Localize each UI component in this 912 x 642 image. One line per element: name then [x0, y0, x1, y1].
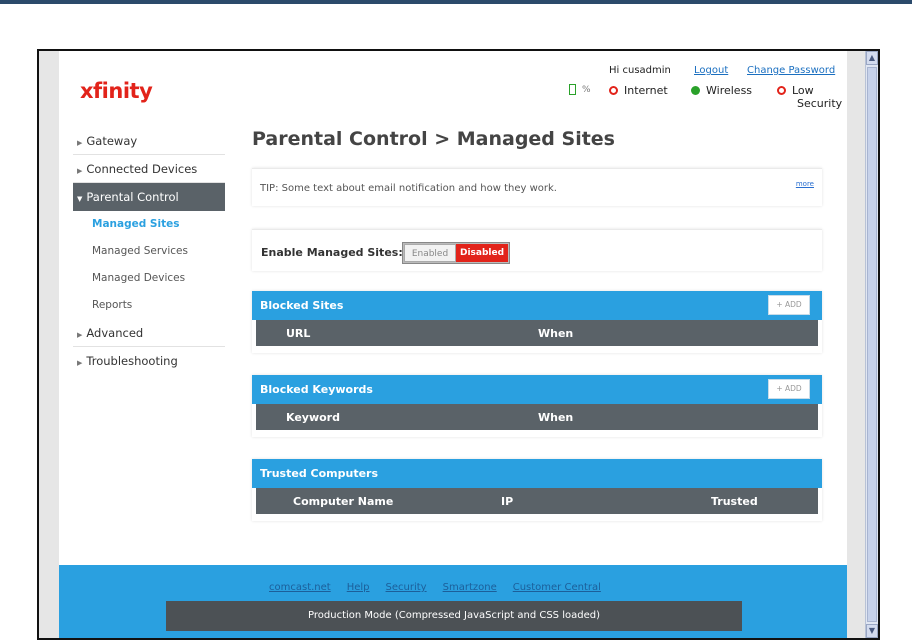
browser-window: xfinity Hi cusadmin Logout Change Passwo…: [37, 49, 880, 640]
xfinity-logo[interactable]: xfinity: [80, 79, 153, 103]
footer-link-comcast[interactable]: comcast.net: [269, 582, 331, 593]
security-low-icon: [777, 86, 786, 95]
wireless-ok-icon: [691, 86, 700, 95]
battery-status: %: [569, 84, 591, 95]
blocked-keywords-columns: Keyword When: [256, 404, 818, 430]
footer: comcast.net Help Security Smartzone Cust…: [59, 565, 847, 638]
trusted-computers-section: Trusted Computers Computer Name IP Trust…: [252, 459, 822, 521]
nav-sub-managed-devices[interactable]: Managed Devices: [73, 265, 225, 292]
add-blocked-site-button[interactable]: + ADD: [768, 295, 810, 315]
caret-right-icon: ▶: [77, 139, 83, 147]
nav-item-troubleshooting[interactable]: ▶ Troubleshooting: [73, 347, 225, 375]
battery-icon: [569, 84, 576, 95]
column-header-url: URL: [286, 327, 311, 340]
nav-sub-managed-sites[interactable]: Managed Sites: [73, 211, 225, 238]
caret-right-icon: ▶: [77, 167, 83, 175]
wireless-status: Wireless: [691, 84, 752, 97]
trusted-computers-title: Trusted Computers: [260, 467, 379, 480]
column-header-keyword: Keyword: [286, 411, 340, 424]
battery-percent: %: [582, 84, 591, 95]
nav-item-connected-devices[interactable]: ▶ Connected Devices: [73, 155, 225, 183]
footer-link-security[interactable]: Security: [386, 582, 427, 593]
toggle-disabled-option[interactable]: Disabled: [456, 244, 508, 262]
nav-parental-control-label: Parental Control: [86, 190, 179, 204]
scrollbar-thumb[interactable]: [867, 67, 877, 622]
change-password-link[interactable]: Change Password: [747, 65, 835, 76]
trusted-computers-header: Trusted Computers: [252, 459, 822, 488]
footer-links: comcast.net Help Security Smartzone Cust…: [269, 582, 601, 593]
greeting-text: Hi cusadmin: [609, 65, 671, 76]
nav-sub-reports[interactable]: Reports: [73, 292, 225, 319]
caret-right-icon: ▶: [77, 331, 83, 339]
footer-link-help[interactable]: Help: [347, 582, 370, 593]
security-label: Security: [797, 97, 843, 110]
sidebar-nav: ▶ Gateway ▶ Connected Devices ▼ Parental Co…: [73, 127, 225, 375]
nav-item-parental-control[interactable]: ▼ Parental Control: [73, 183, 225, 211]
nav-advanced-label: Advanced: [86, 326, 144, 340]
scroll-down-icon[interactable]: ▼: [866, 624, 878, 638]
blocked-sites-section: Blocked Sites + ADD URL When: [252, 291, 822, 353]
internet-offline-icon: [609, 86, 618, 95]
tip-panel: TIP: Some text about email notification …: [252, 168, 822, 206]
vertical-scrollbar[interactable]: ▲ ▼: [865, 51, 878, 638]
nav-item-gateway[interactable]: ▶ Gateway: [73, 127, 225, 155]
caret-down-icon: ▼: [77, 195, 83, 203]
trusted-computers-columns: Computer Name IP Trusted: [256, 488, 818, 514]
nav-item-advanced[interactable]: ▶ Advanced: [73, 319, 225, 347]
column-header-computer-name: Computer Name: [293, 495, 394, 508]
column-header-trusted: Trusted: [711, 495, 758, 508]
tip-text: TIP: Some text about email notification …: [260, 183, 557, 194]
add-blocked-keyword-button[interactable]: + ADD: [768, 379, 810, 399]
footer-link-smartzone[interactable]: Smartzone: [443, 582, 497, 593]
enable-toggle[interactable]: Enabled Disabled: [402, 242, 510, 264]
blocked-keywords-header: Blocked Keywords + ADD: [252, 375, 822, 404]
enable-panel: Enable Managed Sites: Enabled Disabled: [252, 229, 822, 271]
blocked-keywords-title: Blocked Keywords: [260, 383, 373, 396]
page-content: xfinity Hi cusadmin Logout Change Passwo…: [59, 51, 847, 638]
blocked-sites-columns: URL When: [256, 320, 818, 346]
footer-link-customer-central[interactable]: Customer Central: [513, 582, 601, 593]
logout-link[interactable]: Logout: [694, 65, 728, 76]
top-accent-bar: [0, 0, 912, 4]
scroll-up-icon[interactable]: ▲: [866, 51, 878, 65]
column-header-when: When: [538, 327, 574, 340]
nav-connected-devices-label: Connected Devices: [86, 162, 198, 176]
page-title: Parental Control > Managed Sites: [252, 128, 615, 150]
production-mode-banner: Production Mode (Compressed JavaScript a…: [166, 601, 742, 631]
column-header-when: When: [538, 411, 574, 424]
blocked-sites-header: Blocked Sites + ADD: [252, 291, 822, 320]
nav-troubleshooting-label: Troubleshooting: [86, 354, 178, 368]
internet-status: Internet: [609, 84, 668, 97]
nav-sub-managed-services[interactable]: Managed Services: [73, 238, 225, 265]
column-header-ip: IP: [501, 495, 514, 508]
internet-label: Internet: [624, 84, 668, 97]
wireless-label: Wireless: [706, 84, 753, 97]
nav-gateway-label: Gateway: [86, 134, 138, 148]
toggle-enabled-option[interactable]: Enabled: [404, 244, 456, 262]
security-status: Low: [777, 84, 814, 97]
blocked-sites-title: Blocked Sites: [260, 299, 344, 312]
enable-managed-sites-label: Enable Managed Sites:: [261, 246, 403, 259]
caret-right-icon: ▶: [77, 359, 83, 367]
security-level: Low: [792, 84, 814, 97]
more-link[interactable]: more: [796, 180, 814, 188]
blocked-keywords-section: Blocked Keywords + ADD Keyword When: [252, 375, 822, 437]
